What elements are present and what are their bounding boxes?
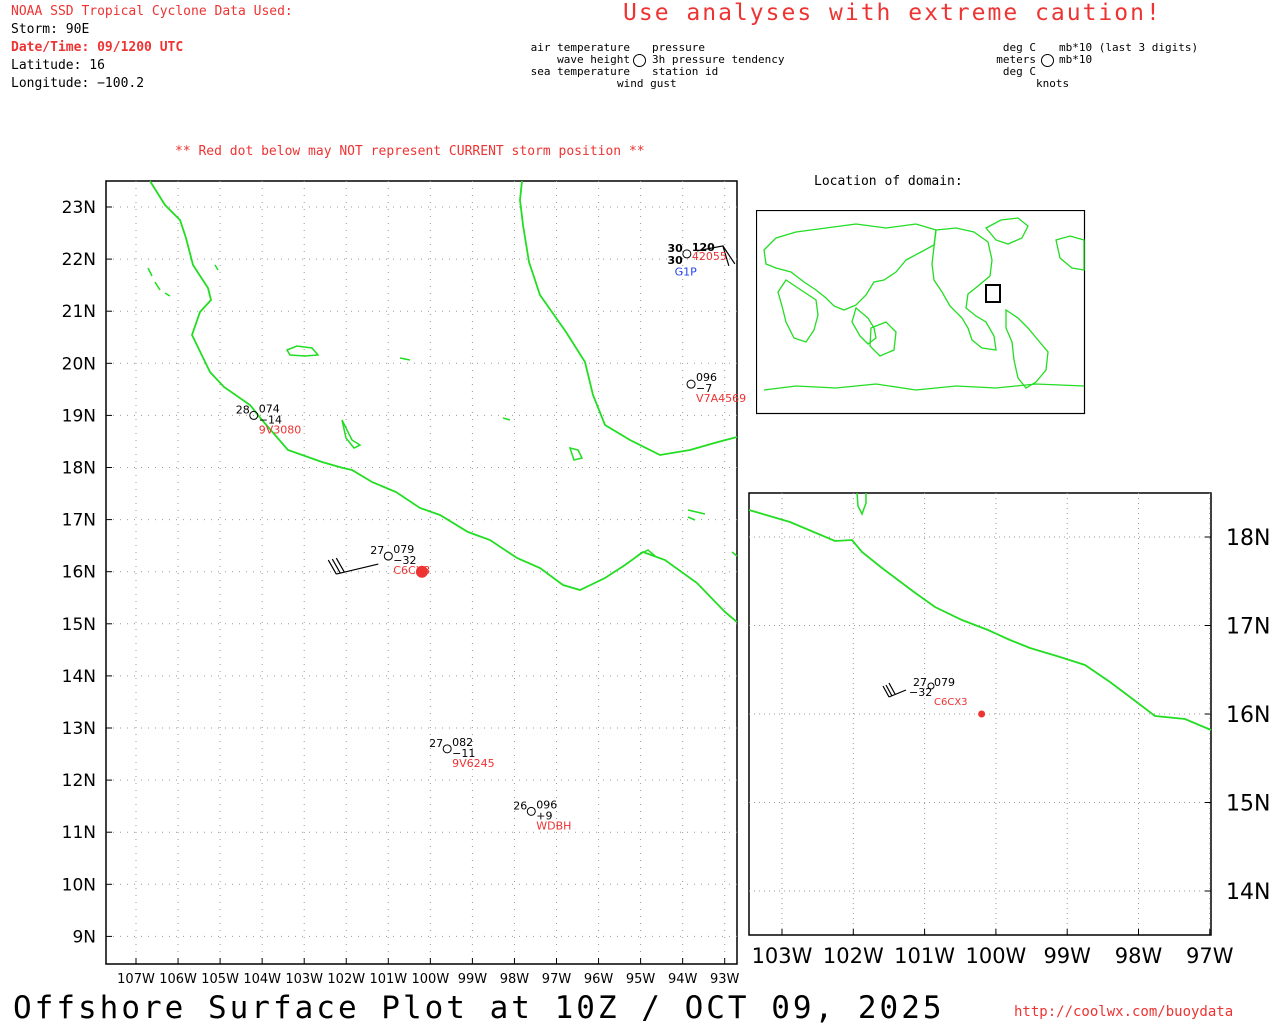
plot-title: Offshore Surface Plot at 10Z / OCT 09, 2…	[13, 990, 945, 1026]
inset-storm-center-marker	[978, 710, 986, 718]
inset-wind-barb-icon	[882, 682, 907, 698]
inset-lat-label: 18N	[1226, 526, 1270, 551]
inset-lat-label: 17N	[1226, 615, 1270, 640]
inset-lat-label: 15N	[1226, 792, 1270, 817]
inset-station-c6cx3: 27 079 −32 C6CX3	[882, 676, 968, 708]
inset-lon-label: 100W	[965, 944, 1026, 968]
inset-lon-label: 98W	[1115, 944, 1163, 968]
inset-map-latitude-labels: 18N 17N 16N 15N 14N	[1226, 526, 1270, 905]
inset-station-tendency: −32	[909, 686, 932, 699]
inset-map-longitude-labels: 103W 102W 101W 100W 99W 98W 97W	[752, 944, 1234, 968]
inset-map: 18N 17N 16N 15N 14N 103W 102W 101W 100W 99W 98W 97…	[748, 492, 1270, 968]
inset-lon-label: 103W	[752, 944, 813, 968]
inset-lon-label: 101W	[894, 944, 955, 968]
inset-lon-label: 102W	[823, 944, 884, 968]
inset-station-pressure: 079	[934, 676, 955, 689]
inset-lat-label: 16N	[1226, 703, 1270, 728]
source-url-link[interactable]: http://coolwx.com/buoydata	[1014, 1004, 1233, 1020]
inset-station-id: C6CX3	[934, 697, 968, 708]
inset-lat-label: 14N	[1226, 880, 1270, 905]
inset-lon-label: 99W	[1043, 944, 1091, 968]
inset-map-coastline	[748, 492, 1212, 731]
inset-lon-label: 97W	[1186, 944, 1234, 968]
